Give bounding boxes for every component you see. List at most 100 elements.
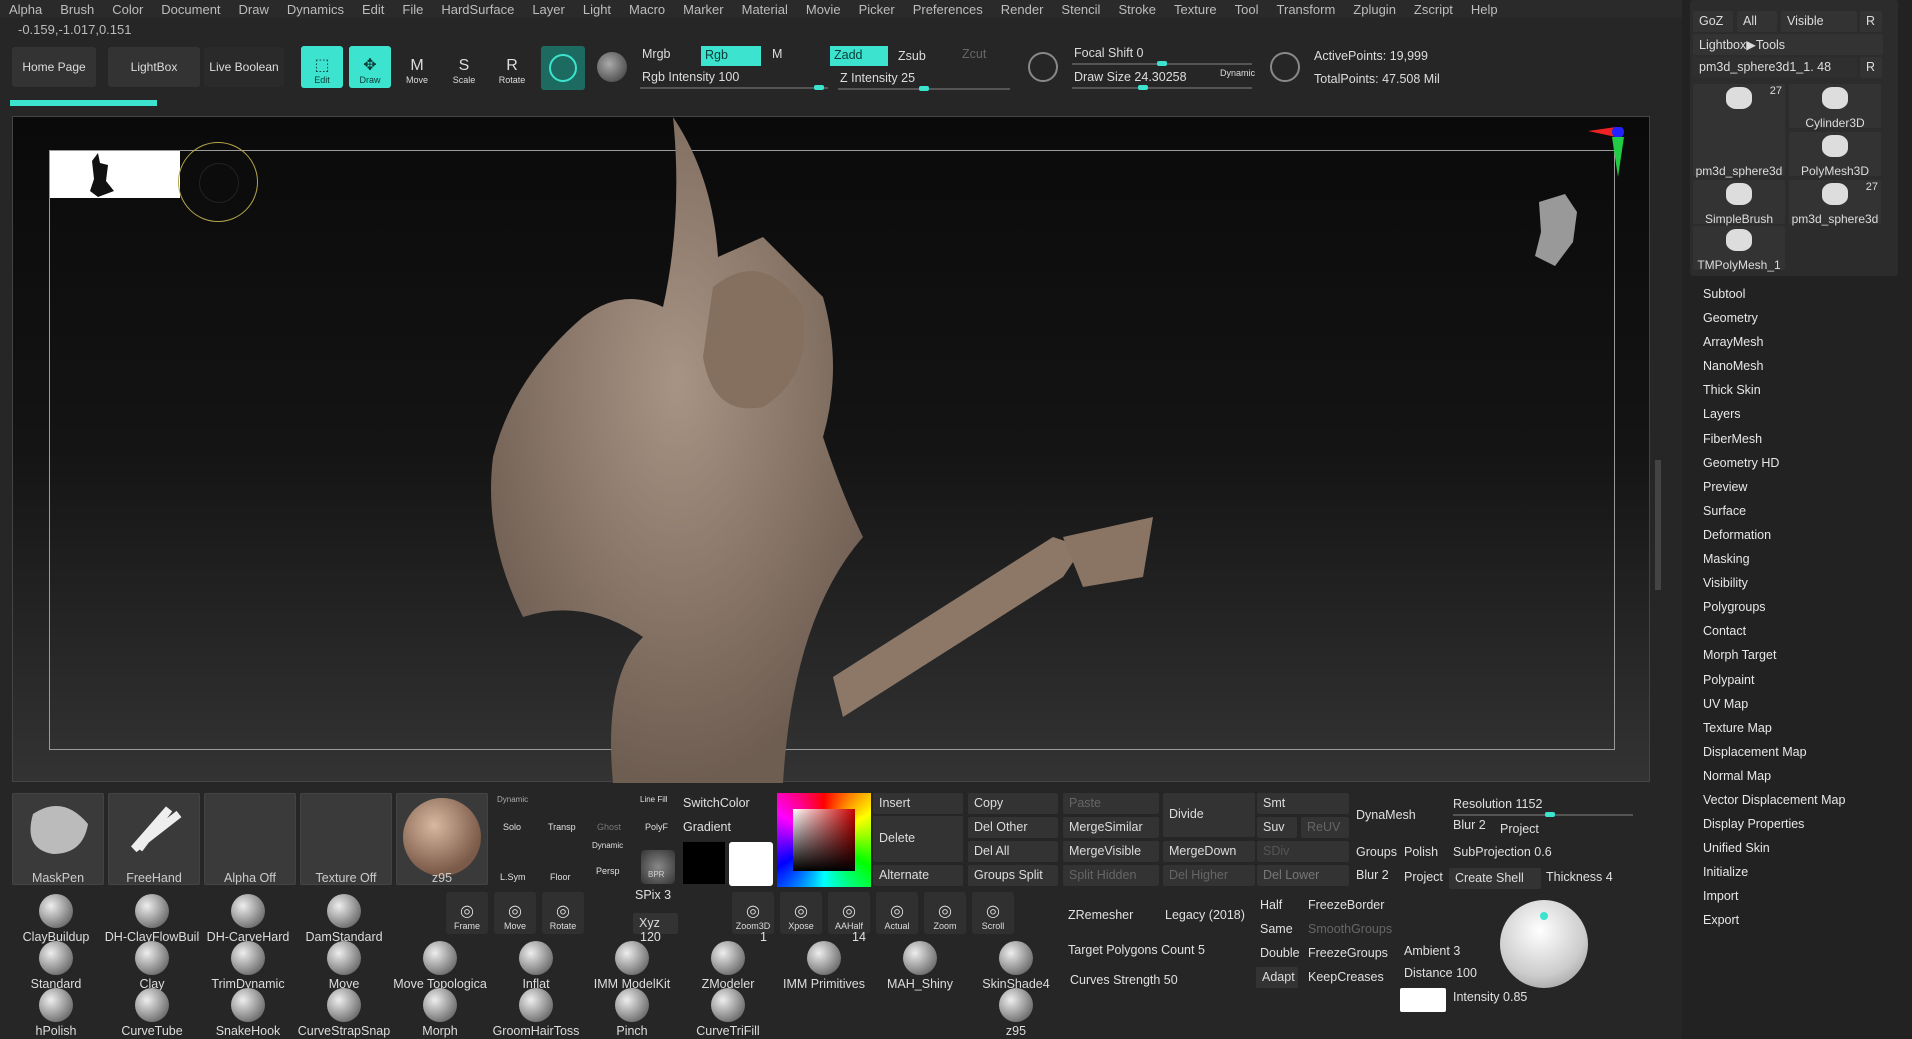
subpalette-initialize[interactable]: Initialize [1703, 865, 1903, 889]
copy-button[interactable]: Copy [968, 793, 1058, 814]
orientation-gizmo-head[interactable] [1525, 172, 1579, 268]
nav-scroll-button[interactable]: ◎ Scroll [972, 892, 1014, 934]
alpha-swatch[interactable]: Alpha Off [204, 793, 296, 885]
move-mode-button[interactable]: M Move [396, 46, 438, 88]
light-position-icon[interactable] [1540, 912, 1548, 920]
subpalette-geometry-hd[interactable]: Geometry HD [1703, 456, 1903, 480]
create-shell-button[interactable]: Create Shell [1449, 868, 1541, 889]
rgb-intensity-track[interactable] [640, 85, 828, 90]
subpalette-nanomesh[interactable]: NanoMesh [1703, 359, 1903, 383]
brush-hpolish[interactable]: hPolish [8, 988, 104, 1038]
mrgb-toggle[interactable]: Mrgb [640, 47, 670, 65]
subpalette-masking[interactable]: Masking [1703, 552, 1903, 576]
legacy-toggle[interactable]: Legacy (2018) [1165, 908, 1245, 922]
slider-knob[interactable] [1138, 85, 1148, 90]
nav-xpose-button[interactable]: ◎ Xpose [780, 892, 822, 934]
viewport-scrollbar[interactable] [1655, 460, 1661, 590]
nav-actual-button[interactable]: ◎ Actual [876, 892, 918, 934]
polyf-button[interactable]: PolyF [645, 822, 668, 832]
r2-button[interactable]: R [1860, 57, 1882, 78]
brush-move-topologica[interactable]: Move Topologica [392, 941, 488, 991]
menu-help[interactable]: Help [1462, 2, 1507, 17]
lightbox-button[interactable]: LightBox [108, 47, 200, 87]
material-sphere-button[interactable] [541, 46, 585, 90]
split-hidden-button[interactable]: Split Hidden [1063, 865, 1159, 886]
menu-alpha[interactable]: Alpha [0, 2, 51, 17]
draw-mode-button[interactable]: ✥ Draw [349, 46, 391, 88]
menu-light[interactable]: Light [574, 2, 620, 17]
smt-toggle[interactable]: Smt [1257, 793, 1349, 814]
subpalette-texture-map[interactable]: Texture Map [1703, 721, 1903, 745]
sdiv-slider[interactable]: SDiv [1257, 841, 1349, 862]
solo-button[interactable]: Solo [503, 822, 521, 832]
subpalette-unified-skin[interactable]: Unified Skin [1703, 841, 1903, 865]
persp-button[interactable]: Persp [596, 866, 620, 876]
brush-groomhairtoss[interactable]: GroomHairToss [488, 988, 584, 1038]
del-higher-button[interactable]: Del Higher [1163, 865, 1255, 886]
del-other-button[interactable]: Del Other [968, 817, 1058, 838]
brush-morph[interactable]: Morph [392, 988, 488, 1038]
brush-standard[interactable]: Standard [8, 941, 104, 991]
nav-aahalf-button[interactable]: ◎ AAHalf [828, 892, 870, 934]
menu-document[interactable]: Document [152, 2, 229, 17]
subpalette-display-properties[interactable]: Display Properties [1703, 817, 1903, 841]
home-page-button[interactable]: Home Page [12, 47, 96, 87]
brush-inflat[interactable]: Inflat [488, 941, 584, 991]
m-toggle[interactable]: M [770, 47, 782, 65]
adapt-toggle[interactable]: Adapt [1256, 967, 1298, 988]
menu-preferences[interactable]: Preferences [904, 2, 992, 17]
target-polygons-slider[interactable]: Target Polygons Count 5 [1068, 943, 1205, 957]
project-toggle[interactable]: Project [1500, 822, 1539, 836]
merge-similar-button[interactable]: MergeSimilar [1063, 817, 1159, 838]
distance-slider[interactable]: Distance 100 [1404, 966, 1477, 980]
light-sphere[interactable] [1500, 900, 1588, 988]
subpalette-uv-map[interactable]: UV Map [1703, 697, 1903, 721]
brush-curvetrifill[interactable]: CurveTriFill [680, 988, 776, 1038]
nav-rotate-button[interactable]: ◎ Rotate [542, 892, 584, 934]
draw-size-slider[interactable]: Draw Size 24.30258 [1072, 70, 1187, 88]
transp-button[interactable]: Transp [548, 822, 576, 832]
live-boolean-button[interactable]: Live Boolean [204, 47, 284, 87]
brush-curvestrapsnap[interactable]: CurveStrapSnap [296, 988, 392, 1038]
blur2-slider[interactable]: Blur 2 [1356, 868, 1389, 882]
del-all-button[interactable]: Del All [968, 841, 1058, 862]
menu-macro[interactable]: Macro [620, 2, 674, 17]
nav-move-button[interactable]: ◎ Move [494, 892, 536, 934]
insert-button[interactable]: Insert [873, 793, 963, 814]
stroke-swatch[interactable]: FreeHand [108, 793, 200, 885]
subpalette-thick-skin[interactable]: Thick Skin [1703, 383, 1903, 407]
z-intensity-track[interactable] [838, 86, 1010, 91]
subpalette-displacement-map[interactable]: Displacement Map [1703, 745, 1903, 769]
z-intensity-slider[interactable]: Z Intensity 25 [838, 71, 915, 89]
tool-thumb-polymesh3d[interactable]: PolyMesh3D [1789, 132, 1881, 178]
reuv-toggle[interactable]: ReUV [1301, 817, 1349, 838]
edit-mode-button[interactable]: ⬚ Edit [301, 46, 343, 88]
brush-damstandard[interactable]: DamStandard [296, 894, 392, 944]
gradient-button[interactable]: Gradient [683, 820, 731, 834]
menu-dynamics[interactable]: Dynamics [278, 2, 353, 17]
switchcolor-button[interactable]: SwitchColor [683, 796, 750, 810]
goz-button[interactable]: GoZ [1693, 11, 1733, 32]
brush-curvetube[interactable]: CurveTube [104, 988, 200, 1038]
suv-toggle[interactable]: Suv [1257, 817, 1297, 838]
thickness-slider[interactable]: Thickness 4 [1546, 870, 1613, 884]
bpr-button[interactable]: BPR [641, 850, 675, 884]
tool-thumb-simplebrush[interactable]: SimpleBrush [1693, 180, 1785, 226]
menu-file[interactable]: File [393, 2, 432, 17]
lsym-button[interactable]: L.Sym [500, 872, 526, 882]
resolution-track[interactable] [1453, 812, 1633, 817]
keep-creases-toggle[interactable]: KeepCreases [1308, 970, 1384, 984]
secondary-color-swatch[interactable] [683, 842, 725, 884]
draw-size-track[interactable] [1072, 85, 1252, 90]
navigation-thumbnail[interactable] [50, 151, 180, 198]
ambient-slider[interactable]: Ambient 3 [1404, 944, 1460, 958]
curves-strength-slider[interactable]: Curves Strength 50 [1070, 973, 1178, 987]
menu-texture[interactable]: Texture [1165, 2, 1226, 17]
double-toggle[interactable]: Double [1260, 946, 1300, 960]
menu-movie[interactable]: Movie [797, 2, 850, 17]
alternate-toggle[interactable]: Alternate [873, 865, 963, 886]
subpalette-visibility[interactable]: Visibility [1703, 576, 1903, 600]
tool-thumb-pm3d_sphere3d[interactable]: pm3d_sphere3d 27 [1789, 180, 1881, 226]
subpalette-polygroups[interactable]: Polygroups [1703, 600, 1903, 624]
menu-material[interactable]: Material [733, 2, 797, 17]
